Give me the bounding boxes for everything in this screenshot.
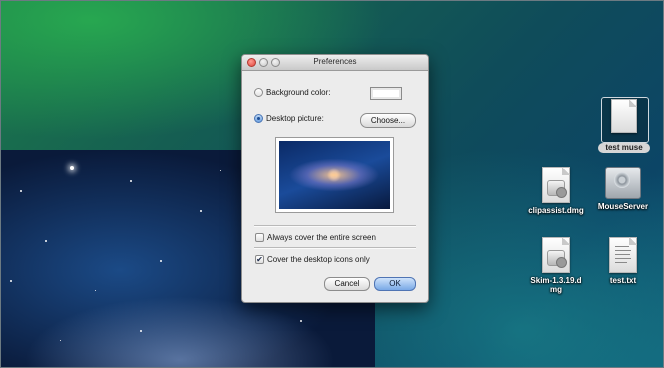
desktop-picture-label: Desktop picture: [266, 114, 324, 123]
text-line [615, 246, 629, 247]
drive-icon [547, 250, 567, 268]
desktop-icon-test-muse[interactable] [595, 99, 653, 136]
star [300, 320, 302, 322]
star [20, 190, 22, 192]
desktop-icon-mouseserver[interactable]: MouseServer [594, 167, 652, 211]
cover-icons-label: Cover the desktop icons only [267, 255, 370, 264]
star [220, 170, 221, 171]
cover-icons-checkbox[interactable]: ✔ [255, 255, 264, 264]
always-cover-checkbox[interactable] [255, 233, 264, 242]
preferences-window: Preferences Background color: Desktop pi… [241, 54, 429, 303]
desktop-picture-preview [275, 137, 394, 213]
desktop-icon-label: test muse [598, 143, 650, 153]
star [10, 280, 12, 282]
desktop-icon-skim[interactable]: Skim-1.3.19.dmg [527, 237, 585, 294]
desktop-icon-clipassist[interactable]: clipassist.dmg [527, 167, 585, 215]
desktop-icon-test-txt[interactable]: test.txt [594, 237, 652, 285]
desktop-icon-label: clipassist.dmg [528, 206, 584, 215]
desktop-icon-label: MouseServer [597, 202, 649, 211]
separator [254, 225, 416, 227]
disk-image-icon [542, 237, 570, 273]
ok-button[interactable]: OK [374, 277, 416, 291]
background-color-radio[interactable] [254, 88, 263, 97]
text-line [615, 258, 631, 259]
desktop-icon-label: test.txt [609, 276, 637, 285]
star [140, 330, 142, 332]
text-file-icon [609, 237, 637, 273]
star [160, 260, 162, 262]
desktop-icon-label: Skim-1.3.19.dmg [530, 276, 582, 294]
always-cover-label: Always cover the entire screen [267, 233, 376, 242]
document-icon [611, 99, 637, 133]
window-title: Preferences [313, 57, 357, 66]
text-line [615, 250, 631, 251]
disk-image-icon [542, 167, 570, 203]
galaxy-thumbnail-image [279, 141, 390, 209]
star [60, 340, 61, 341]
cancel-button[interactable]: Cancel [324, 277, 370, 291]
star [95, 290, 96, 291]
background-color-well[interactable] [370, 87, 402, 100]
server-app-icon [605, 167, 641, 199]
desktop-picture-radio[interactable] [254, 114, 263, 123]
text-line [615, 262, 627, 263]
window-titlebar[interactable]: Preferences [242, 55, 428, 71]
choose-picture-button[interactable]: Choose... [360, 113, 416, 128]
star [200, 210, 202, 212]
text-line [615, 254, 630, 255]
background-color-label: Background color: [266, 88, 331, 97]
separator [254, 247, 416, 249]
checkmark-icon: ✔ [256, 255, 263, 264]
drive-icon [547, 180, 567, 198]
star [70, 166, 74, 170]
star [130, 180, 132, 182]
star [45, 240, 47, 242]
